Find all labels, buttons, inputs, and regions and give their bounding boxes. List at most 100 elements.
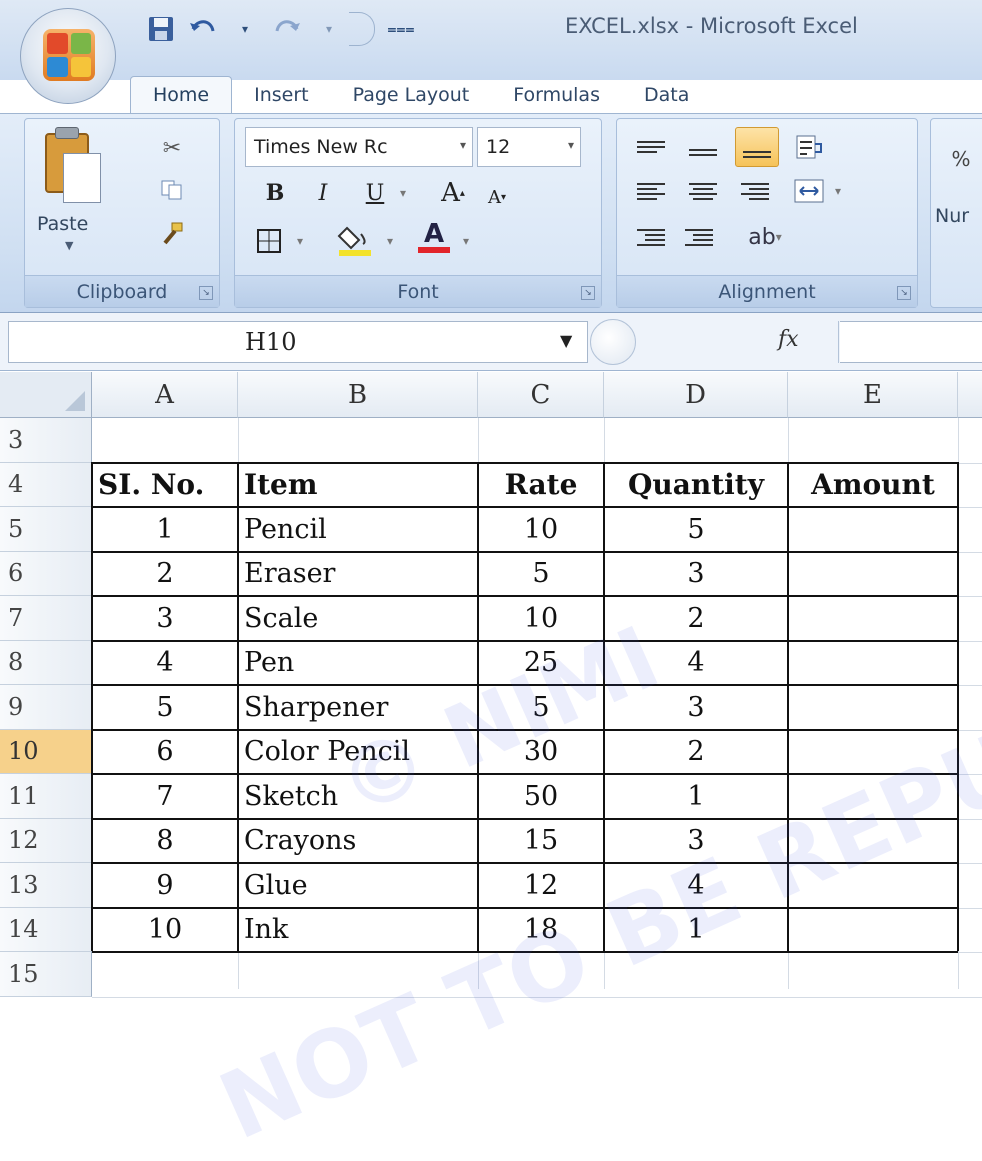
table-cell-sl[interactable]: 4 [92,641,238,686]
table-cell-amount[interactable] [788,819,958,864]
table-cell-amount[interactable] [788,552,958,597]
table-cell-sl[interactable]: 6 [92,730,238,775]
align-middle-icon[interactable] [683,127,723,167]
table-header-rate[interactable]: Rate [478,463,604,508]
formula-bar-expand-icon[interactable] [590,319,636,365]
table-cell-qty[interactable]: 3 [604,819,788,864]
undo-dropdown-icon[interactable]: ▾ [229,14,261,44]
table-cell-sl[interactable]: 8 [92,819,238,864]
table-cell-qty[interactable]: 4 [604,863,788,908]
table-cell-rate[interactable]: 12 [478,863,604,908]
table-cell-rate[interactable]: 5 [478,685,604,730]
table-cell-sl[interactable]: 10 [92,908,238,953]
table-cell-item[interactable]: Ink [238,908,478,953]
table-cell-amount[interactable] [788,730,958,775]
column-header-e[interactable]: E [788,372,958,418]
underline-dropdown-icon[interactable]: ▾ [393,173,413,213]
table-cell-qty[interactable]: 2 [604,596,788,641]
table-cell-rate[interactable]: 5 [478,552,604,597]
grow-font-button[interactable]: A ▴ [433,173,473,213]
table-cell-rate[interactable]: 15 [478,819,604,864]
table-cell-sl[interactable]: 5 [92,685,238,730]
font-color-icon[interactable]: A [411,217,457,257]
table-cell-sl[interactable]: 2 [92,552,238,597]
row-header-13[interactable]: 13 [0,863,92,908]
column-header-d[interactable]: D [604,372,788,418]
table-cell-item[interactable]: Scale [238,596,478,641]
tab-home[interactable]: Home [130,76,233,114]
table-header-amount[interactable]: Amount [788,463,958,508]
wrap-text-icon[interactable] [789,127,829,167]
row-header-5[interactable]: 5 [0,507,92,552]
name-box-dropdown-icon[interactable]: ▼ [560,331,572,350]
table-cell-item[interactable]: Pencil [238,507,478,552]
table-cell-amount[interactable] [788,685,958,730]
shrink-font-button[interactable]: A ▾ [479,177,515,217]
paste-icon[interactable] [41,127,103,207]
row-header-7[interactable]: 7 [0,596,92,641]
font-name-combo[interactable]: Times New Rc ▾ [245,127,473,167]
table-cell-rate[interactable]: 50 [478,774,604,819]
table-cell-item[interactable]: Crayons [238,819,478,864]
table-cell-qty[interactable]: 4 [604,641,788,686]
table-cell-amount[interactable] [788,596,958,641]
format-painter-icon[interactable] [157,219,187,249]
row-header-4[interactable]: 4 [0,462,92,507]
font-size-combo[interactable]: 12 ▾ [477,127,581,167]
font-size-dropdown-icon[interactable]: ▾ [568,138,574,152]
align-bottom-icon[interactable] [735,127,779,167]
table-cell-sl[interactable]: 9 [92,863,238,908]
row-header-6[interactable]: 6 [0,551,92,596]
table-cell-qty[interactable]: 3 [604,685,788,730]
table-cell-rate[interactable]: 25 [478,641,604,686]
redo-dropdown-icon[interactable]: ▾ [313,14,345,44]
table-header-item[interactable]: Item [238,463,478,508]
merge-dropdown-icon[interactable]: ▾ [829,171,847,211]
row-header-9[interactable]: 9 [0,685,92,730]
borders-icon[interactable] [247,221,291,261]
table-cell-qty[interactable]: 1 [604,774,788,819]
italic-button[interactable]: I [305,173,341,213]
table-cell-rate[interactable]: 10 [478,507,604,552]
redo-icon[interactable] [271,14,303,44]
paste-button[interactable]: Paste [37,213,88,235]
table-cell-sl[interactable]: 7 [92,774,238,819]
table-cell-rate[interactable]: 10 [478,596,604,641]
column-header-c[interactable]: C [478,372,604,418]
row-header-8[interactable]: 8 [0,640,92,685]
borders-dropdown-icon[interactable]: ▾ [291,221,309,261]
table-cell-item[interactable]: Sharpener [238,685,478,730]
table-cell-item[interactable]: Color Pencil [238,730,478,775]
table-cell-sl[interactable]: 3 [92,596,238,641]
alignment-launcher-icon[interactable]: ↘ [897,286,911,300]
decrease-indent-icon[interactable] [631,217,671,257]
table-cell-qty[interactable]: 2 [604,730,788,775]
bold-button[interactable]: B [257,173,293,213]
column-header-f[interactable] [958,372,982,418]
column-header-a[interactable]: A [92,372,238,418]
align-left-icon[interactable] [631,171,671,211]
fill-color-icon[interactable] [331,219,383,259]
table-cell-amount[interactable] [788,908,958,953]
undo-icon[interactable] [187,14,219,44]
align-center-icon[interactable] [683,171,723,211]
table-header-sl[interactable]: SI. No. [92,463,238,508]
column-header-b[interactable]: B [238,372,478,418]
table-cell-sl[interactable]: 1 [92,507,238,552]
formula-input[interactable] [840,321,982,363]
tab-insert[interactable]: Insert [232,84,331,114]
align-right-icon[interactable] [735,171,775,211]
font-name-dropdown-icon[interactable]: ▾ [460,138,466,152]
table-cell-amount[interactable] [788,507,958,552]
clipboard-launcher-icon[interactable]: ↘ [199,286,213,300]
table-cell-rate[interactable]: 30 [478,730,604,775]
number-format-icon[interactable]: % [941,139,981,179]
table-cell-qty[interactable]: 3 [604,552,788,597]
row-header-11[interactable]: 11 [0,774,92,819]
customize-icon[interactable]: ⩶ [385,14,417,44]
table-cell-rate[interactable]: 18 [478,908,604,953]
align-top-icon[interactable] [631,127,671,167]
copy-icon[interactable] [157,175,187,205]
row-header-15[interactable]: 15 [0,952,92,997]
save-icon[interactable] [145,14,177,44]
